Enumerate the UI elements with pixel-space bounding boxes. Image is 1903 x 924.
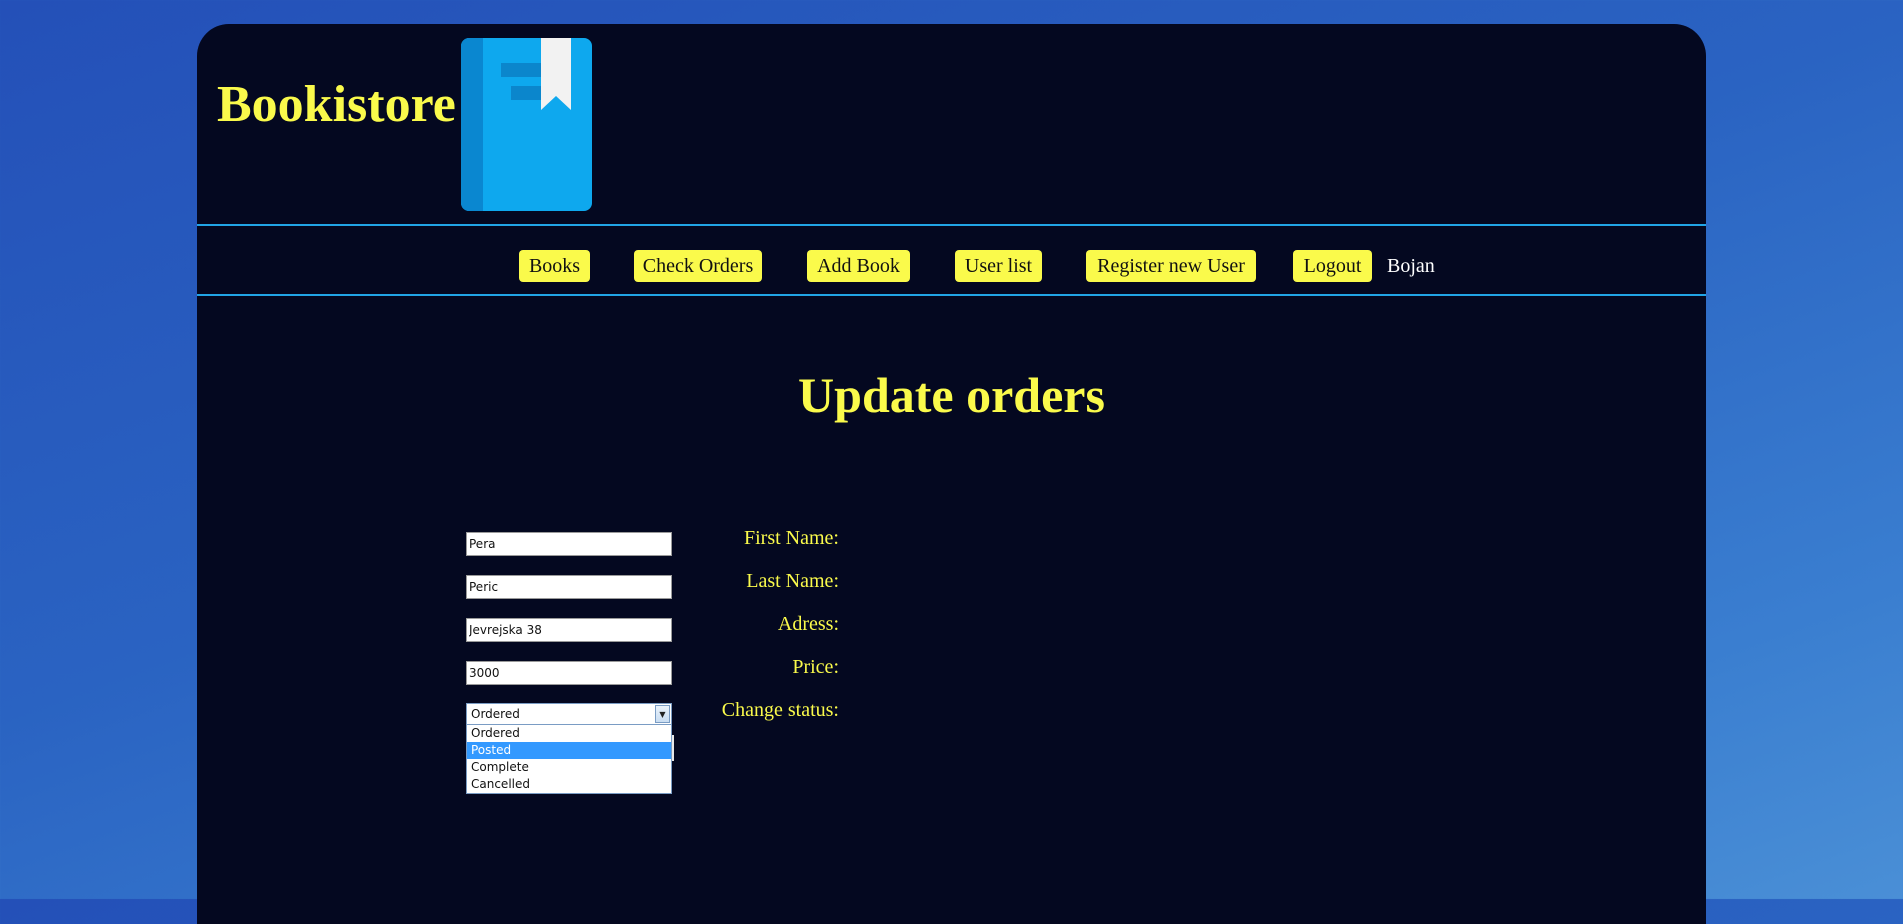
address-input[interactable] bbox=[466, 618, 672, 642]
nav-add-book-button[interactable]: Add Book bbox=[807, 250, 910, 282]
price-input[interactable] bbox=[466, 661, 672, 685]
first-name-label: First Name: bbox=[744, 527, 839, 549]
status-option[interactable]: Ordered bbox=[467, 725, 671, 742]
nav-books-button[interactable]: Books bbox=[519, 250, 590, 282]
status-options-list: Ordered Posted Complete Cancelled bbox=[466, 725, 672, 794]
site-header: Bookistore bbox=[197, 24, 1706, 224]
site-brand[interactable]: Bookistore bbox=[217, 79, 456, 131]
last-name-label: Last Name: bbox=[746, 570, 839, 592]
page-title: Update orders bbox=[798, 367, 1105, 423]
chevron-down-icon[interactable]: ▼ bbox=[655, 705, 670, 723]
status-select[interactable]: Ordered ▼ bbox=[466, 703, 672, 725]
status-option-highlighted[interactable]: Posted bbox=[467, 742, 671, 759]
nav-logout-button[interactable]: Logout bbox=[1293, 250, 1372, 282]
main-nav: Books Check Orders Add Book User list Re… bbox=[197, 224, 1706, 296]
book-logo-icon bbox=[461, 38, 592, 211]
nav-user-list-button[interactable]: User list bbox=[955, 250, 1042, 282]
nav-register-user-button[interactable]: Register new User bbox=[1086, 250, 1256, 282]
nav-check-orders-button[interactable]: Check Orders bbox=[634, 250, 762, 282]
address-label: Adress: bbox=[777, 613, 839, 635]
current-user-name: Bojan bbox=[1387, 255, 1435, 277]
status-option[interactable]: Cancelled bbox=[467, 776, 671, 793]
status-select-value: Ordered bbox=[471, 707, 520, 721]
price-label: Price: bbox=[792, 656, 839, 678]
main-panel: Bookistore Books Check Orders Add Book U… bbox=[197, 24, 1706, 924]
change-status-label: Change status: bbox=[721, 699, 839, 721]
first-name-input[interactable] bbox=[466, 532, 672, 556]
status-option[interactable]: Complete bbox=[467, 759, 671, 776]
last-name-input[interactable] bbox=[466, 575, 672, 599]
